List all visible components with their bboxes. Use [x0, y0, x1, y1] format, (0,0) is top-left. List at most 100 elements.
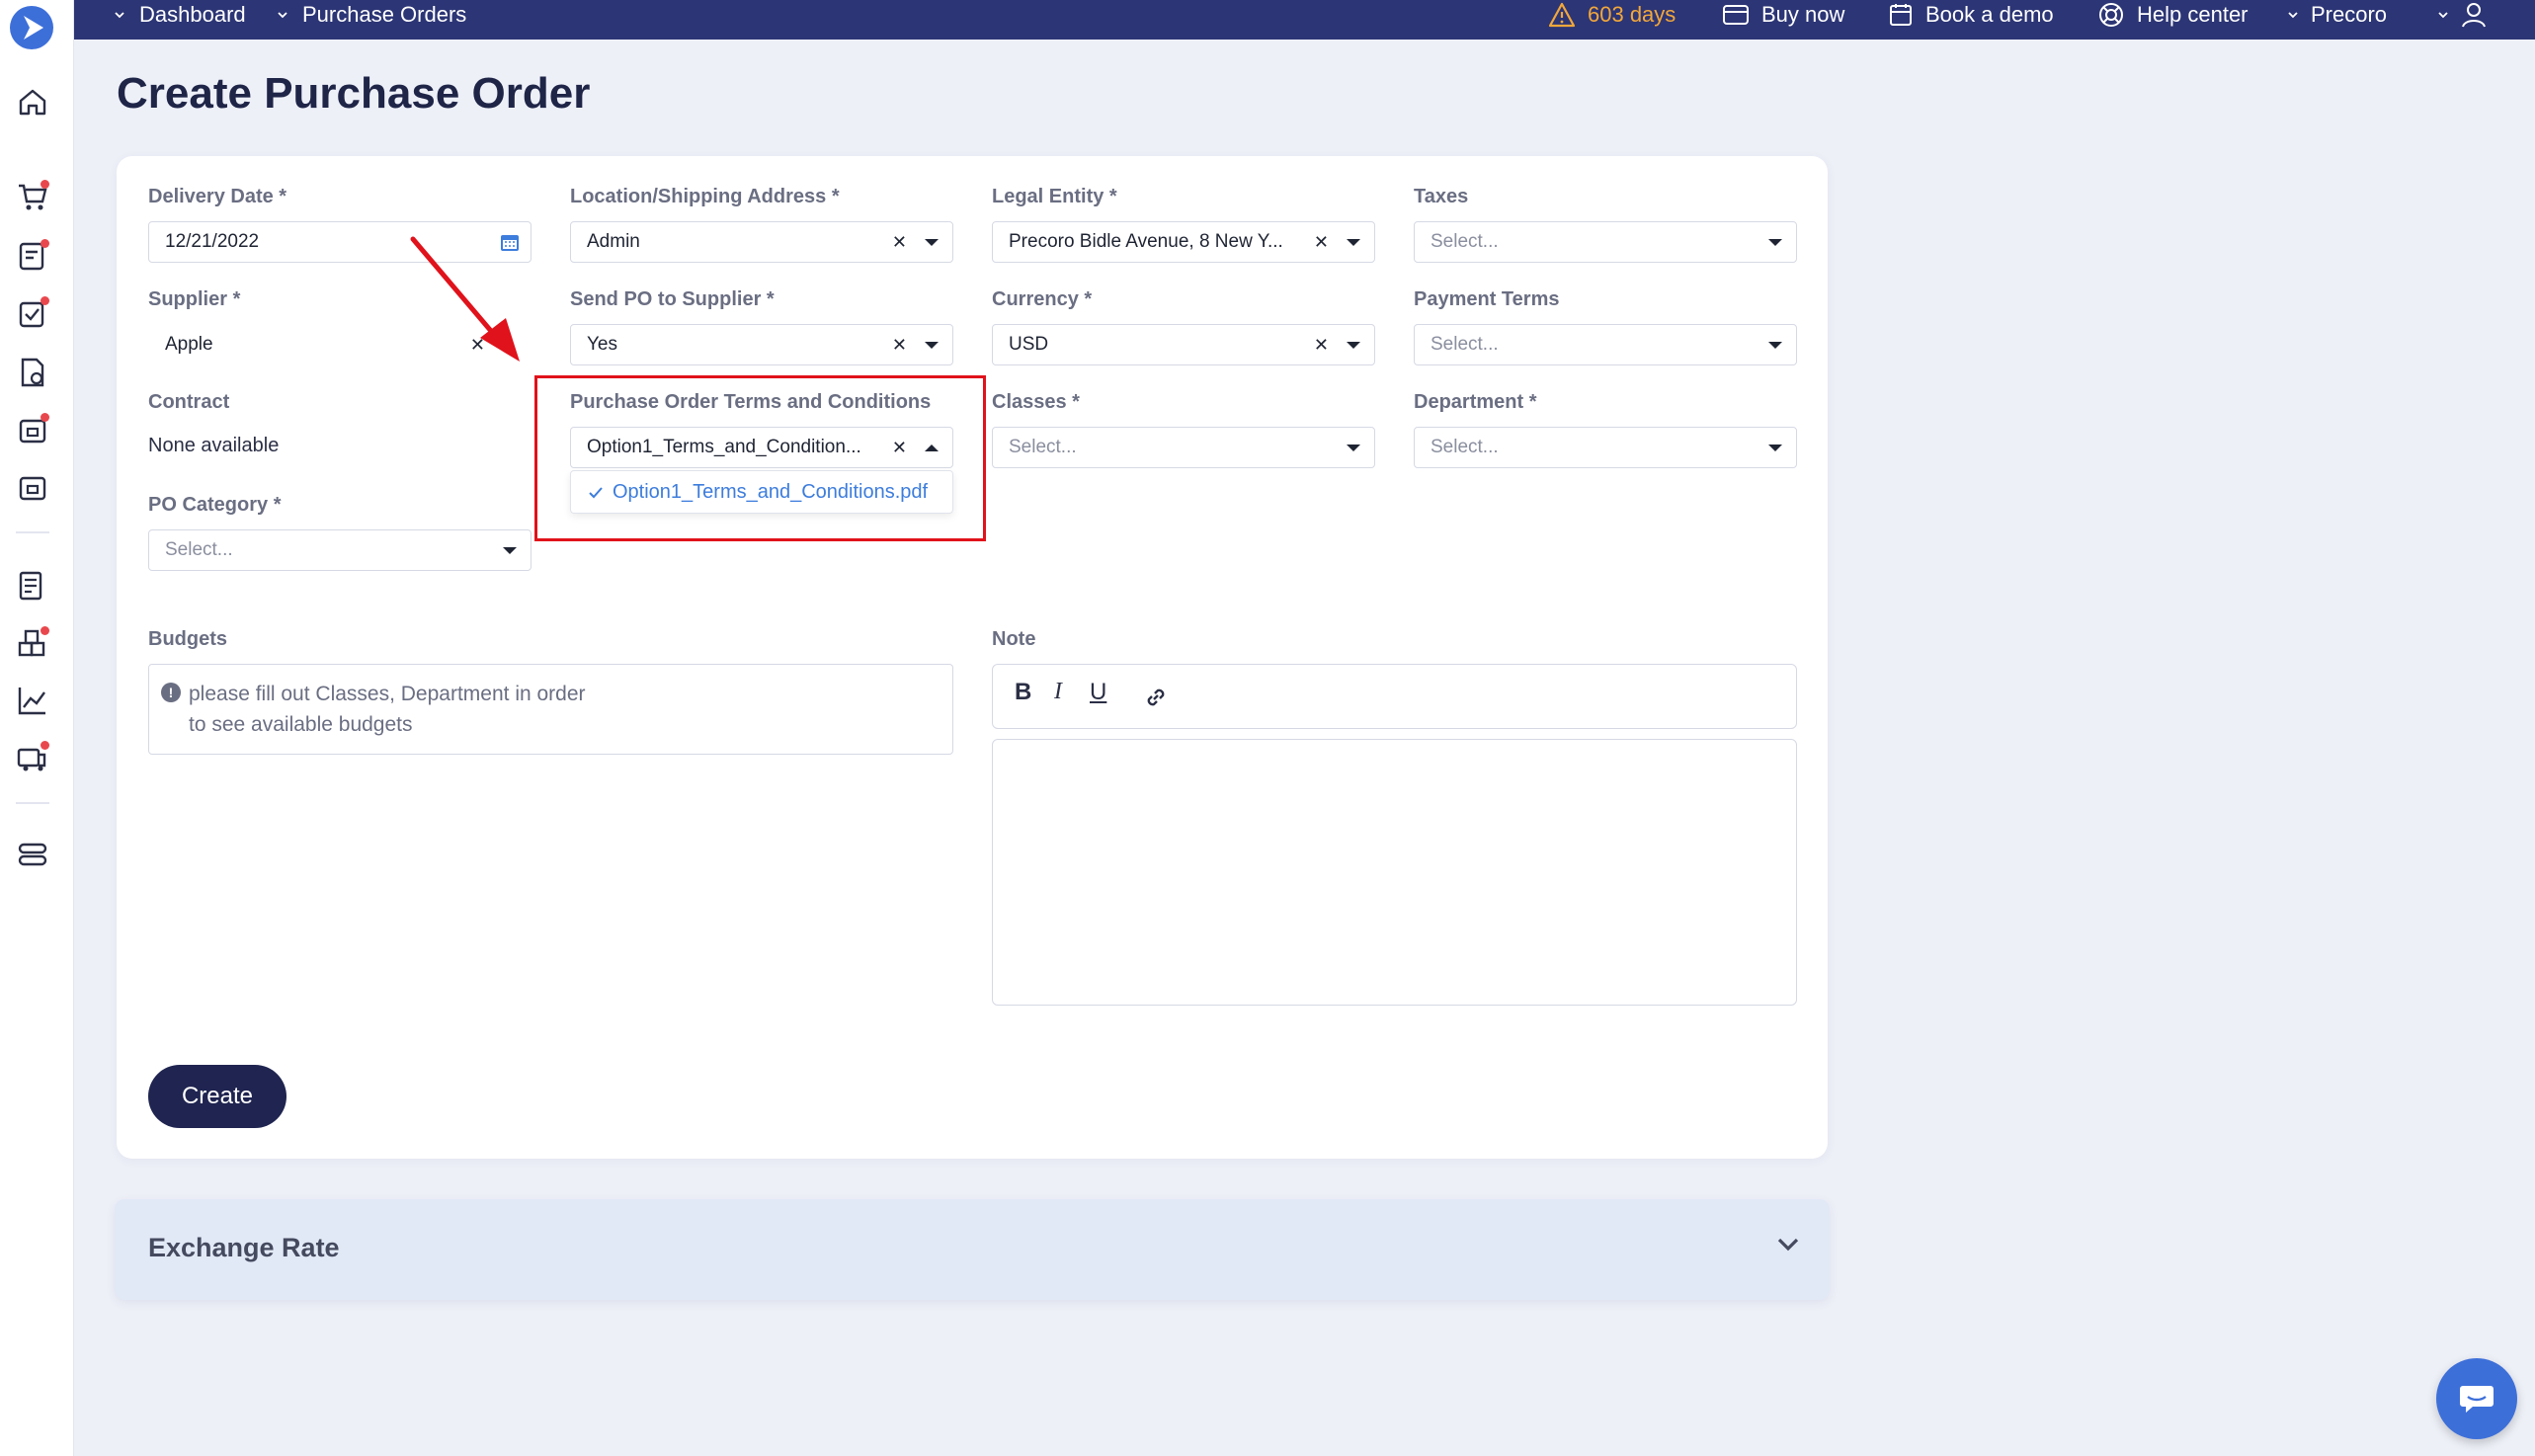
company-switcher[interactable]: Precoro [2287, 0, 2387, 30]
company-label: Precoro [2311, 2, 2388, 27]
classes-select[interactable]: Select... [992, 427, 1375, 468]
legal-entity-select[interactable]: Precoro Bidle Avenue, 8 New Y... ✕ [992, 221, 1375, 263]
caret-down-icon[interactable] [1347, 239, 1360, 246]
chat-button[interactable] [2436, 1358, 2517, 1439]
exchange-rate-panel[interactable]: Exchange Rate [115, 1199, 1830, 1300]
payment-terms-select[interactable]: Select... [1414, 324, 1797, 365]
terms-option-label: Option1_Terms_and_Conditions.pdf [613, 481, 929, 503]
caret-down-icon[interactable] [1347, 445, 1360, 451]
currency-select[interactable]: USD ✕ [992, 324, 1375, 365]
caret-down-icon[interactable] [1768, 445, 1782, 451]
notification-dot [41, 296, 49, 305]
location-select[interactable]: Admin ✕ [570, 221, 953, 263]
caret-down-icon[interactable] [503, 547, 517, 554]
note-toolbar: B I U [992, 664, 1797, 729]
taxes-select[interactable]: Select... [1414, 221, 1797, 263]
budgets-message: please fill out Classes, Department in o… [189, 683, 586, 736]
card-icon [1723, 5, 1749, 25]
user-icon [2462, 3, 2486, 28]
request-icon[interactable] [16, 239, 49, 273]
notification-dot [41, 180, 49, 189]
topbar: Dashboard Purchase Orders 603 days Buy n… [74, 0, 2535, 40]
send-po-select[interactable]: Yes ✕ [570, 324, 953, 365]
payment-terms-label: Payment Terms [1414, 288, 1560, 310]
purchase-order-form: Delivery Date * 12/21/2022 Location/Ship… [117, 156, 1828, 1159]
terms-dropdown: Option1_Terms_and_Conditions.pdf [570, 470, 953, 514]
clear-icon[interactable]: ✕ [1314, 222, 1329, 262]
invoice-icon[interactable] [16, 356, 49, 389]
receipt-icon[interactable] [16, 413, 49, 446]
book-demo-link[interactable]: Book a demo [1888, 0, 2054, 30]
wallet-icon[interactable] [16, 470, 49, 504]
currency-label: Currency * [992, 288, 1093, 310]
catalog-icon[interactable] [16, 569, 49, 603]
location-label: Location/Shipping Address * [570, 186, 840, 207]
department-select[interactable]: Select... [1414, 427, 1797, 468]
caret-down-icon[interactable] [1347, 342, 1360, 349]
buy-now-link[interactable]: Buy now [1722, 0, 1844, 30]
check-icon [589, 486, 603, 498]
breadcrumb-label: Purchase Orders [302, 2, 467, 27]
chevron-down-icon [2288, 12, 2298, 19]
legal-entity-label: Legal Entity * [992, 186, 1117, 207]
buy-now-label: Buy now [1761, 2, 1845, 27]
payment-terms-placeholder: Select... [1431, 334, 1499, 355]
taxes-placeholder: Select... [1431, 231, 1499, 252]
supplier-label: Supplier * [148, 288, 241, 310]
classes-placeholder: Select... [1009, 437, 1077, 457]
caret-down-icon[interactable] [925, 342, 939, 349]
annotation-arrow-icon [410, 236, 520, 362]
exchange-rate-label: Exchange Rate [148, 1233, 340, 1262]
caret-down-icon[interactable] [1768, 239, 1782, 246]
book-demo-label: Book a demo [1925, 2, 2054, 27]
home-icon[interactable] [16, 85, 49, 119]
approval-icon[interactable] [16, 296, 49, 330]
help-center-label: Help center [2137, 2, 2249, 27]
page-title: Create Purchase Order [117, 69, 591, 118]
breadcrumb-purchase-orders[interactable]: Purchase Orders [277, 0, 466, 30]
bold-button[interactable]: B [1015, 679, 1031, 706]
calendar-icon [1890, 4, 1912, 26]
analytics-icon[interactable] [16, 684, 49, 717]
breadcrumb-dashboard[interactable]: Dashboard [114, 0, 246, 30]
taxes-label: Taxes [1414, 186, 1469, 207]
clear-icon[interactable]: ✕ [892, 428, 907, 467]
terms-option[interactable]: Option1_Terms_and_Conditions.pdf [589, 481, 928, 504]
note-label: Note [992, 628, 1036, 650]
warehouse-icon[interactable] [16, 626, 49, 660]
send-po-label: Send PO to Supplier * [570, 288, 775, 310]
logo-icon[interactable] [10, 6, 53, 49]
notification-dot [41, 626, 49, 635]
delivery-icon[interactable] [16, 741, 49, 774]
department-placeholder: Select... [1431, 437, 1499, 457]
underline-button[interactable]: U [1090, 679, 1106, 706]
clear-icon[interactable]: ✕ [892, 222, 907, 262]
caret-up-icon[interactable] [925, 445, 939, 451]
po-category-label: PO Category * [148, 494, 282, 516]
note-editor[interactable] [992, 739, 1797, 1006]
chat-icon [2460, 1386, 2494, 1413]
create-button[interactable]: Create [148, 1065, 286, 1128]
italic-button[interactable]: I [1054, 679, 1062, 705]
chevron-down-icon[interactable] [1776, 1237, 1800, 1253]
warning-icon [1548, 2, 1576, 28]
delivery-date-label: Delivery Date * [148, 186, 287, 207]
clear-icon[interactable]: ✕ [892, 325, 907, 364]
cart-icon[interactable] [16, 180, 49, 213]
po-category-select[interactable]: Select... [148, 529, 532, 571]
help-center-link[interactable]: Help center [2097, 0, 2249, 30]
classes-label: Classes * [992, 391, 1080, 413]
contract-value: None available [148, 435, 280, 456]
department-label: Department * [1414, 391, 1537, 413]
info-icon: ! [161, 683, 181, 702]
link-icon[interactable] [1143, 685, 1169, 710]
trial-warning[interactable]: 603 days [1548, 0, 1676, 30]
user-menu[interactable] [2437, 0, 2487, 30]
settings-icon[interactable] [16, 838, 49, 871]
trial-days-text: 603 days [1588, 2, 1676, 27]
caret-down-icon[interactable] [925, 239, 939, 246]
clear-icon[interactable]: ✕ [1314, 325, 1329, 364]
chevron-down-icon [2438, 12, 2448, 19]
terms-select[interactable]: Option1_Terms_and_Condition... ✕ [570, 427, 953, 468]
caret-down-icon[interactable] [1768, 342, 1782, 349]
